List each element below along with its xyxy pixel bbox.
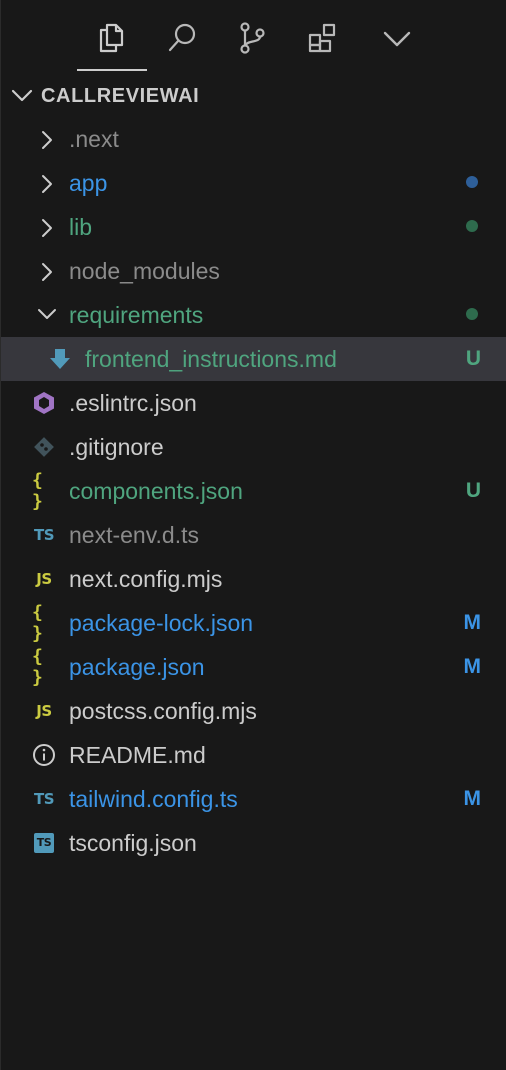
extensions-icon: [308, 23, 336, 53]
active-tab-indicator: [77, 69, 147, 71]
file-item[interactable]: frontend_instructions.md U: [1, 337, 506, 381]
eslint-icon: [32, 391, 56, 415]
json-icon-label: { }: [32, 470, 44, 512]
folder-item[interactable]: lib: [1, 205, 506, 249]
file-item[interactable]: .gitignore: [1, 425, 506, 469]
folder-name: node_modules: [69, 258, 220, 284]
git-status-dot: [466, 176, 478, 188]
javascript-icon-label: JS: [36, 702, 52, 720]
view-tabs: [1, 0, 506, 72]
typescript-icon: TS: [32, 523, 56, 547]
chevron-down-icon: [383, 31, 411, 47]
project-title: CALLREVIEWAI: [41, 85, 200, 107]
typescript-icon-label: TS: [33, 526, 55, 544]
explorer-panel: CALLREVIEWAI .next app lib node_modulesrequ…: [0, 0, 506, 1070]
file-name: postcss.config.mjs: [69, 698, 257, 724]
git-status-badge: M: [463, 655, 482, 678]
javascript-icon-label: JS: [36, 570, 52, 588]
search-icon: [168, 23, 196, 52]
file-item[interactable]: README.md: [1, 733, 506, 777]
chevron-right-icon[interactable]: [37, 261, 57, 283]
typescript-icon: TS: [32, 787, 56, 811]
json-icon: { }: [32, 602, 56, 644]
folder-item[interactable]: requirements: [1, 293, 506, 337]
tab-more[interactable]: [373, 14, 421, 62]
explorer-section-header[interactable]: CALLREVIEWAI: [1, 78, 506, 114]
folder-item[interactable]: node_modules: [1, 249, 506, 293]
typescript-icon-label: TS: [33, 790, 55, 808]
chevron-down-icon[interactable]: [36, 305, 58, 325]
file-name: next.config.mjs: [69, 566, 223, 592]
chevron-down-icon: [11, 89, 33, 102]
file-name: tsconfig.json: [69, 830, 197, 856]
file-item[interactable]: TS next-env.d.ts: [1, 513, 506, 557]
folder-name: app: [69, 170, 108, 196]
git-status-badge: U: [465, 479, 481, 502]
json-icon-label: { }: [32, 602, 44, 644]
file-item[interactable]: { } package-lock.json M: [1, 601, 506, 645]
git-status-badge: U: [465, 347, 481, 370]
file-name: .eslintrc.json: [69, 390, 197, 416]
tab-search[interactable]: [158, 14, 206, 62]
git-status-badge: M: [463, 787, 482, 810]
tab-explorer[interactable]: [87, 14, 135, 62]
folder-name: requirements: [69, 302, 204, 328]
git-icon: [32, 435, 56, 459]
file-item[interactable]: { } components.json U: [1, 469, 506, 513]
tab-extensions[interactable]: [298, 14, 346, 62]
folder-item[interactable]: app: [1, 161, 506, 205]
javascript-icon: JS: [32, 567, 56, 591]
folder-name: lib: [69, 214, 93, 240]
git-status-dot: [466, 308, 478, 320]
file-name: package.json: [69, 654, 205, 680]
source-control-icon: [240, 22, 265, 54]
file-name: package-lock.json: [69, 610, 254, 636]
json-icon: { }: [32, 470, 56, 512]
markdown-download-icon: [48, 347, 72, 371]
file-name: frontend_instructions.md: [85, 346, 337, 372]
chevron-right-icon[interactable]: [37, 173, 57, 195]
file-item[interactable]: .eslintrc.json: [1, 381, 506, 425]
javascript-icon: JS: [32, 699, 56, 723]
file-name: README.md: [69, 742, 206, 768]
git-status-badge: M: [463, 611, 482, 634]
chevron-right-icon[interactable]: [37, 217, 57, 239]
file-item[interactable]: TS tailwind.config.ts M: [1, 777, 506, 821]
file-item[interactable]: JS postcss.config.mjs: [1, 689, 506, 733]
files-icon: [99, 23, 124, 53]
chevron-right-icon[interactable]: [37, 129, 57, 151]
file-item[interactable]: { } package.json M: [1, 645, 506, 689]
json-icon-label: { }: [32, 646, 44, 688]
folder-name: .next: [69, 126, 119, 152]
json-icon: { }: [32, 646, 56, 688]
tab-source-control[interactable]: [228, 14, 276, 62]
file-name: components.json: [69, 478, 243, 504]
file-name: next-env.d.ts: [69, 522, 199, 548]
file-item[interactable]: TS tsconfig.json: [1, 821, 506, 865]
folder-item[interactable]: .next: [1, 117, 506, 161]
file-item[interactable]: JS next.config.mjs: [1, 557, 506, 601]
tsconfig-icon: TS: [32, 831, 56, 855]
file-name: tailwind.config.ts: [69, 786, 238, 812]
git-status-dot: [466, 220, 478, 232]
tsconfig-icon-label: TS: [34, 833, 54, 853]
file-name: .gitignore: [69, 434, 164, 460]
info-icon: [32, 743, 56, 767]
